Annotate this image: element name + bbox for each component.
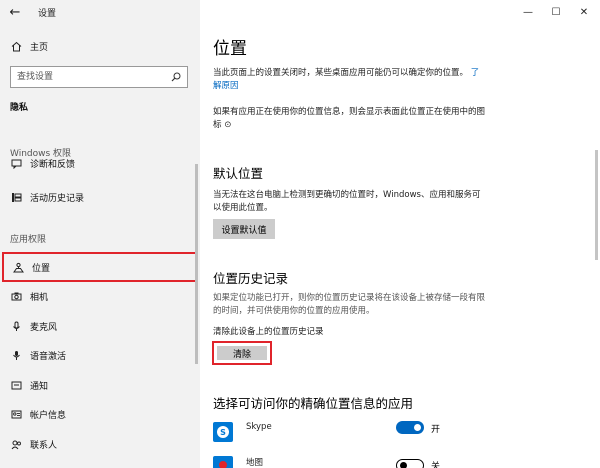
default-location-desc-line1: 当无法在这台电脑上检测到更确切的位置时，Windows、应用和服务可 <box>213 190 481 200</box>
app-name-skype: Skype <box>246 422 272 432</box>
sidebar-item-diagnostics[interactable]: 诊断和反馈 <box>0 154 200 172</box>
sidebar-scrollbar[interactable] <box>195 164 198 364</box>
content-scrollbar[interactable] <box>595 150 598 260</box>
search-icon[interactable] <box>169 70 183 84</box>
apps-section-heading: 选择可访问你的精确位置信息的应用 <box>213 396 414 411</box>
notification-icon <box>9 378 23 392</box>
toggle-knob <box>414 424 421 431</box>
sidebar-item-account-info[interactable]: 帐户信息 <box>0 399 200 429</box>
back-arrow-icon[interactable]: ← <box>6 3 24 21</box>
microphone-icon <box>9 319 23 333</box>
sidebar-item-label: 帐户信息 <box>30 410 67 421</box>
location-history-heading: 位置历史记录 <box>213 271 289 286</box>
contacts-icon <box>9 437 23 451</box>
sidebar-item-notifications[interactable]: 通知 <box>0 370 200 400</box>
clear-history-label: 清除此设备上的位置历史记录 <box>213 327 324 337</box>
location-history-desc-line2: 的时间，并可供使用你的位置的应用使用。 <box>213 306 375 316</box>
sidebar-item-activity-history[interactable]: 活动历史记录 <box>0 182 200 212</box>
location-icon <box>11 260 25 274</box>
sidebar-item-label: 相机 <box>30 292 49 303</box>
icon-note-line2: 标 ⊙ <box>213 119 231 132</box>
learn-why-link-a[interactable]: 了 <box>471 68 480 78</box>
icon-note-text: 标 <box>213 120 222 130</box>
page-title: 位置 <box>213 39 247 59</box>
sidebar-item-label: 麦克风 <box>30 322 58 333</box>
icon-note-line1: 如果有应用正在使用你的位置信息，则会显示表面此位置正在使用中的图 <box>213 107 486 117</box>
voice-activation-icon <box>9 348 23 362</box>
sidebar-item-label: 活动历史记录 <box>30 193 85 204</box>
title-bar-left <box>0 0 200 24</box>
sidebar-item-contacts[interactable]: 联系人 <box>0 429 200 459</box>
search-box[interactable] <box>10 66 188 88</box>
window-title: 设置 <box>38 9 57 19</box>
maps-icon <box>213 456 233 468</box>
clear-button[interactable]: 清除 <box>217 346 267 360</box>
search-input[interactable] <box>17 70 167 84</box>
intro-text-line: 当此页面上的设置关闭时，某些桌面应用可能仍可以确定你的位置。 <box>213 68 469 78</box>
sidebar-item-location[interactable]: 位置 <box>2 252 198 282</box>
app-name-maps: 地图 <box>246 458 264 468</box>
sidebar-item-camera[interactable]: 相机 <box>0 281 200 311</box>
skype-icon: S <box>213 422 233 442</box>
location-in-use-icon: ⊙ <box>224 120 232 130</box>
intro-text: 当此页面上的设置关闭时，某些桌面应用可能仍可以确定你的位置。 了 <box>213 67 593 80</box>
sidebar-item-voice-activation[interactable]: 语音激活 <box>0 340 200 370</box>
clear-button-highlight: 清除 <box>212 341 272 365</box>
sidebar-item-microphone[interactable]: 麦克风 <box>0 311 200 341</box>
sidebar-item-home[interactable]: 主页 <box>0 31 200 61</box>
main-content: 位置 当此页面上的设置关闭时，某些桌面应用可能仍可以确定你的位置。 了 解原因 … <box>200 0 600 468</box>
sidebar-item-label: 位置 <box>32 263 51 274</box>
toggle-knob <box>400 462 407 468</box>
sidebar-item-label: 主页 <box>30 42 49 53</box>
account-info-icon <box>9 407 23 421</box>
maps-toggle-state: 关 <box>431 462 441 468</box>
skype-toggle-state: 开 <box>431 425 441 435</box>
skype-location-toggle[interactable] <box>396 421 424 434</box>
sidebar: 主页 隐私 Windows 权限 诊断和反馈 活动历史记录 应用权限 位置 相机 <box>0 24 200 468</box>
feedback-icon <box>9 156 23 170</box>
sidebar-item-label: 联系人 <box>30 440 58 451</box>
home-icon <box>9 39 23 53</box>
maps-location-toggle[interactable] <box>396 459 424 468</box>
set-default-button[interactable]: 设置默认值 <box>213 219 275 239</box>
camera-icon <box>9 289 23 303</box>
learn-why-link[interactable]: 解原因 <box>213 80 239 93</box>
app-permissions-label: 应用权限 <box>10 235 47 245</box>
sidebar-item-label: 通知 <box>30 381 49 392</box>
privacy-heading: 隐私 <box>10 103 29 113</box>
default-location-desc-line2: 以使用此位置。 <box>213 203 273 213</box>
sidebar-item-label: 语音激活 <box>30 351 67 362</box>
activity-history-icon <box>9 190 23 204</box>
default-location-heading: 默认位置 <box>213 166 264 181</box>
location-history-desc-line1: 如果定位功能已打开，则你的位置历史记录将在该设备上被存储一段有限 <box>213 293 486 303</box>
sidebar-item-label: 诊断和反馈 <box>30 159 76 170</box>
